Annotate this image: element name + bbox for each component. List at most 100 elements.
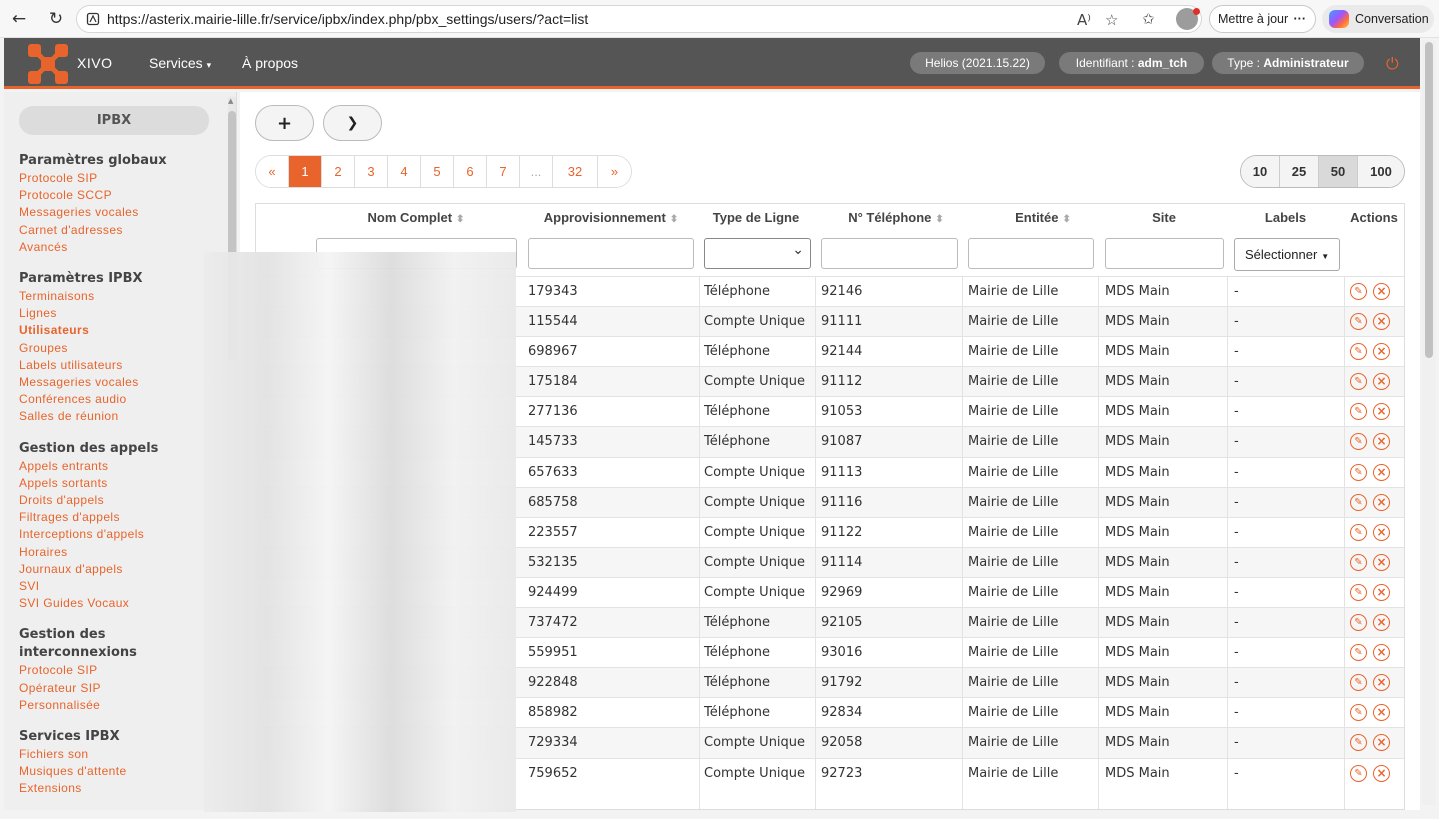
sidebar-link[interactable]: Filtrages d'appels <box>19 509 229 526</box>
page-link[interactable]: 7 <box>487 156 520 187</box>
per-page-option[interactable]: 50 <box>1319 156 1358 187</box>
favorites-icon[interactable]: ✩ <box>1142 10 1155 28</box>
sidebar-link[interactable]: Opérateur SIP <box>19 680 229 697</box>
edit-pencil-icon[interactable]: ✎ <box>1350 523 1367 541</box>
col-phone-header[interactable]: N° Téléphone ⬍ <box>821 210 971 225</box>
delete-icon[interactable]: × <box>1373 493 1390 511</box>
sidebar-link[interactable]: Interceptions d'appels <box>19 526 229 543</box>
sidebar-link[interactable]: Protocole SCCP <box>19 187 229 204</box>
edit-pencil-icon[interactable]: ✎ <box>1350 433 1367 451</box>
page-link[interactable]: « <box>256 156 289 187</box>
phone-filter-input[interactable] <box>821 238 958 269</box>
update-button[interactable]: Mettre à jour ··· <box>1209 5 1316 33</box>
sidebar-link[interactable]: Labels utilisateurs <box>19 357 229 374</box>
sidebar-link[interactable]: Messageries vocales <box>19 204 229 221</box>
sidebar-link[interactable]: Terminaisons <box>19 288 229 305</box>
sidebar-link[interactable]: Horaires <box>19 544 229 561</box>
delete-icon[interactable]: × <box>1373 583 1390 601</box>
page-scroll-thumb[interactable] <box>1425 42 1433 358</box>
sidebar-link[interactable]: Salles de réunion <box>19 408 229 425</box>
delete-icon[interactable]: × <box>1373 463 1390 481</box>
menu-services[interactable]: Services ▾ <box>149 55 211 71</box>
edit-pencil-icon[interactable]: ✎ <box>1350 734 1367 752</box>
sidebar-link[interactable]: Lignes <box>19 305 229 322</box>
sidebar-link[interactable]: Musiques d'attente <box>19 763 229 780</box>
delete-icon[interactable]: × <box>1373 523 1390 541</box>
page-link[interactable]: 6 <box>454 156 487 187</box>
favorite-star-icon[interactable]: ☆ <box>1105 11 1118 29</box>
delete-icon[interactable]: × <box>1373 614 1390 632</box>
more-icon[interactable]: ··· <box>1294 6 1307 32</box>
site-info-icon[interactable] <box>86 12 100 26</box>
per-page-option[interactable]: 10 <box>1241 156 1280 187</box>
entity-filter-input[interactable] <box>968 238 1094 269</box>
edit-pencil-icon[interactable]: ✎ <box>1350 343 1367 361</box>
labels-filter-dropdown[interactable]: Sélectionner ▼ <box>1234 238 1340 271</box>
back-icon[interactable]: ← <box>6 6 32 32</box>
edit-pencil-icon[interactable]: ✎ <box>1350 373 1367 391</box>
sidebar-link[interactable]: Groupes <box>19 340 229 357</box>
sidebar-link[interactable]: Appels sortants <box>19 475 229 492</box>
edit-pencil-icon[interactable]: ✎ <box>1350 704 1367 722</box>
sidebar-link[interactable]: SVI <box>19 578 229 595</box>
page-link[interactable]: 1 <box>289 156 322 187</box>
xivo-logo-icon[interactable] <box>28 44 68 84</box>
col-entity-header[interactable]: Entitée ⬍ <box>968 210 1118 225</box>
logo-text[interactable]: XIVO <box>77 55 112 71</box>
conversation-button[interactable]: Conversation <box>1322 5 1434 33</box>
sidebar-link[interactable]: Fichiers son <box>19 746 229 763</box>
sidebar-link[interactable]: Conférences audio <box>19 391 229 408</box>
edit-pencil-icon[interactable]: ✎ <box>1350 644 1367 662</box>
delete-icon[interactable]: × <box>1373 373 1390 391</box>
actions-dropdown-button[interactable]: ❯ <box>323 105 382 141</box>
sidebar-link[interactable]: Avancés <box>19 239 229 256</box>
sidebar-link[interactable]: Personnalisée <box>19 697 229 714</box>
logout-power-icon[interactable]: ⏻ <box>1386 54 1399 74</box>
delete-icon[interactable]: × <box>1373 313 1390 331</box>
delete-icon[interactable]: × <box>1373 674 1390 692</box>
delete-icon[interactable]: × <box>1373 433 1390 451</box>
col-provisioning-header[interactable]: Approvisionnement ⬍ <box>528 210 694 225</box>
url-text[interactable]: https://asterix.mairie-lille.fr/service/… <box>107 11 588 27</box>
delete-icon[interactable]: × <box>1373 644 1390 662</box>
page-link[interactable]: 3 <box>355 156 388 187</box>
delete-icon[interactable]: × <box>1373 764 1390 782</box>
page-link[interactable]: 5 <box>421 156 454 187</box>
edit-pencil-icon[interactable]: ✎ <box>1350 313 1367 331</box>
delete-icon[interactable]: × <box>1373 553 1390 571</box>
edit-pencil-icon[interactable]: ✎ <box>1350 403 1367 421</box>
sidebar-link[interactable]: Extensions <box>19 780 229 797</box>
delete-icon[interactable]: × <box>1373 734 1390 752</box>
menu-about[interactable]: À propos <box>242 55 298 71</box>
scroll-up-icon[interactable]: ▲ <box>228 97 233 105</box>
sidebar-link[interactable]: Appels entrants <box>19 458 229 475</box>
per-page-option[interactable]: 25 <box>1280 156 1319 187</box>
edit-pencil-icon[interactable]: ✎ <box>1350 283 1367 300</box>
edit-pencil-icon[interactable]: ✎ <box>1350 764 1367 782</box>
page-link[interactable]: » <box>598 156 631 187</box>
page-link[interactable]: 2 <box>322 156 355 187</box>
edit-pencil-icon[interactable]: ✎ <box>1350 463 1367 481</box>
sidebar-link[interactable]: Utilisateurs <box>19 322 229 339</box>
sidebar-link[interactable]: Protocole SIP <box>19 662 229 679</box>
sidebar-link[interactable]: Droits d'appels <box>19 492 229 509</box>
add-user-button[interactable]: + <box>255 105 314 141</box>
edit-pencil-icon[interactable]: ✎ <box>1350 674 1367 692</box>
delete-icon[interactable]: × <box>1373 403 1390 421</box>
reload-icon[interactable]: ↻ <box>43 6 69 32</box>
sidebar-link[interactable]: Carnet d'adresses <box>19 222 229 239</box>
delete-icon[interactable]: × <box>1373 283 1390 300</box>
delete-icon[interactable]: × <box>1373 343 1390 361</box>
sidebar-link[interactable]: Messageries vocales <box>19 374 229 391</box>
address-bar[interactable]: https://asterix.mairie-lille.fr/service/… <box>76 5 1202 33</box>
edit-pencil-icon[interactable]: ✎ <box>1350 553 1367 571</box>
col-name-header[interactable]: Nom Complet ⬍ <box>316 210 516 225</box>
edit-pencil-icon[interactable]: ✎ <box>1350 614 1367 632</box>
sidebar-link[interactable]: Protocole SIP <box>19 170 229 187</box>
provisioning-filter-input[interactable] <box>528 238 694 269</box>
site-filter-input[interactable] <box>1105 238 1224 269</box>
read-aloud-icon[interactable]: A⁾ <box>1077 11 1091 29</box>
page-scrollbar[interactable] <box>1422 40 1436 805</box>
delete-icon[interactable]: × <box>1373 704 1390 722</box>
page-link[interactable]: 4 <box>388 156 421 187</box>
